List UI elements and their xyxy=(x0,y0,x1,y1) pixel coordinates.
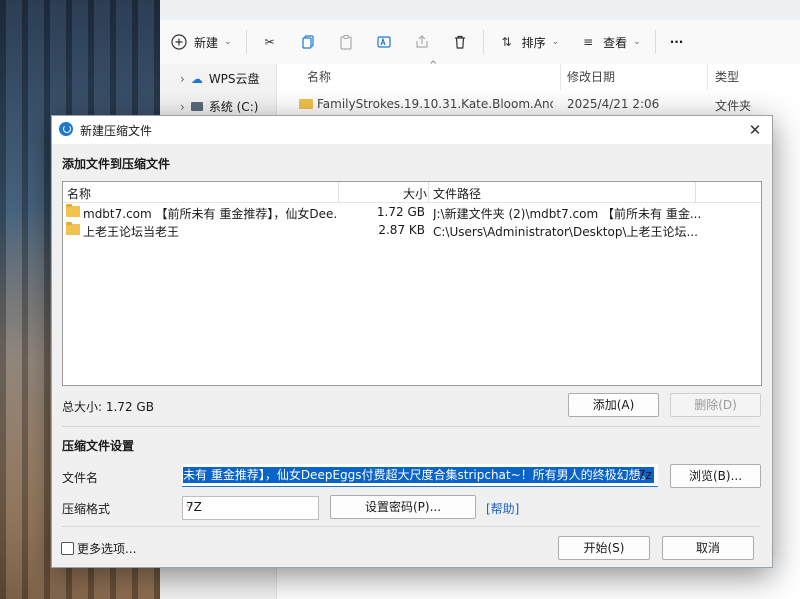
column-divider[interactable] xyxy=(707,64,708,90)
rename-icon xyxy=(375,33,393,51)
file-size: 1.72 GB xyxy=(376,205,425,219)
column-divider[interactable] xyxy=(338,182,339,202)
delete-button[interactable] xyxy=(441,26,479,58)
scissors-icon: ✂ xyxy=(264,35,275,49)
cloud-icon: ☁ xyxy=(190,71,203,86)
column-header-size[interactable]: 大小 xyxy=(403,185,427,202)
list-item[interactable]: FamilyStrokes.19.10.31.Kate.Bloom.And.Au… xyxy=(277,94,800,116)
cancel-button[interactable]: 取消 xyxy=(662,536,754,560)
view-button-label: 查看 xyxy=(603,35,628,50)
nav-item-label: 系统 (C:) xyxy=(208,100,259,114)
help-link[interactable]: [帮助] xyxy=(486,500,519,517)
column-header-modified[interactable]: 修改日期 xyxy=(567,68,615,85)
format-label: 压缩格式 xyxy=(62,502,111,516)
new-button-label: 新建 xyxy=(194,35,219,50)
share-button[interactable] xyxy=(403,26,441,58)
item-modified: 2025/4/21 2:06 xyxy=(567,97,660,111)
share-icon xyxy=(413,33,431,51)
dialog-title: 新建压缩文件 xyxy=(80,124,153,138)
column-header-name[interactable]: 名称 xyxy=(67,185,91,202)
nav-item-wps-cloud[interactable]: › ☁ WPS云盘 xyxy=(180,70,260,87)
file-name: mdbt7.com 【前所未有 重金推荐】，仙女Dee... xyxy=(83,207,338,221)
drive-icon xyxy=(190,102,203,111)
copy-button[interactable] xyxy=(289,26,327,58)
folder-icon xyxy=(66,222,80,235)
toolbar-divider xyxy=(654,30,656,54)
chevron-down-icon: ⌄ xyxy=(551,37,560,47)
divider xyxy=(62,426,760,427)
table-row[interactable]: 上老王论坛当老王 2.87 KB C:\Users\Administrator\… xyxy=(63,221,761,239)
sort-up-icon: ^ xyxy=(429,60,438,71)
file-list-header: 名称 大小 文件路径 xyxy=(63,182,761,203)
filename-extension: .7z xyxy=(634,468,652,482)
file-name: 上老王论坛当老王 xyxy=(83,225,180,239)
format-select[interactable]: 7Z ⌵ xyxy=(182,496,319,520)
item-type: 文件夹 xyxy=(715,99,752,113)
item-name: FamilyStrokes.19.10.31.Kate.Bloom.And.Au… xyxy=(317,97,553,111)
new-button[interactable]: 新建 ⌄ xyxy=(160,26,242,58)
trash-icon xyxy=(451,33,469,51)
more-options-label[interactable]: 更多选项... xyxy=(77,540,136,557)
sort-button-label: 排序 xyxy=(521,35,546,50)
column-header-path[interactable]: 文件路径 xyxy=(433,185,481,202)
new-archive-dialog: 新建压缩文件 ✕ 添加文件到压缩文件 名称 大小 文件路径 mdbt7.com … xyxy=(51,115,773,568)
dialog-titlebar[interactable]: 新建压缩文件 ✕ xyxy=(52,116,772,144)
sort-arrows-icon: ⇅ xyxy=(501,35,512,49)
rename-button[interactable] xyxy=(365,26,403,58)
paste-button[interactable] xyxy=(327,26,365,58)
nav-item-system-drive[interactable]: › 系统 (C:) xyxy=(180,98,258,115)
copy-icon xyxy=(299,33,317,51)
table-row[interactable]: mdbt7.com 【前所未有 重金推荐】，仙女Dee... 1.72 GB J… xyxy=(63,203,761,221)
filename-selected-text: 未有 重金推荐】，仙女DeepEggs付费超大尺度合集stripchat~！所有… xyxy=(183,467,654,483)
set-password-button[interactable]: 设置密码(P)... xyxy=(330,495,476,519)
chevron-right-icon: › xyxy=(180,71,185,86)
column-divider[interactable] xyxy=(428,182,429,202)
column-header-type[interactable]: 类型 xyxy=(715,68,739,85)
folder-icon xyxy=(299,99,313,109)
list-view-icon: ≡ xyxy=(583,35,594,49)
start-button[interactable]: 开始(S) xyxy=(558,536,650,560)
chevron-down-icon: ⌵ xyxy=(186,500,194,511)
plus-circle-icon xyxy=(170,33,188,51)
more-dots-icon: ··· xyxy=(669,35,684,49)
add-button[interactable]: 添加(A) xyxy=(568,393,659,417)
file-list-box[interactable]: 名称 大小 文件路径 mdbt7.com 【前所未有 重金推荐】，仙女Dee..… xyxy=(62,181,762,386)
column-divider[interactable] xyxy=(695,182,696,202)
address-bar[interactable] xyxy=(160,0,800,20)
cut-button[interactable]: ✂ xyxy=(251,26,289,58)
filename-label: 文件名 xyxy=(62,471,99,485)
section-title-add-files: 添加文件到压缩文件 xyxy=(62,157,171,171)
folder-icon xyxy=(66,204,80,217)
chevron-down-icon: ⌄ xyxy=(633,37,641,47)
file-path: C:\Users\Administrator\Desktop\上老王论坛... xyxy=(433,225,698,239)
delete-button[interactable]: 删除(D) xyxy=(670,393,761,417)
sort-button[interactable]: ⇅ 排序 ⌄ xyxy=(488,26,570,58)
chevron-right-icon: › xyxy=(180,99,185,114)
toolbar-divider xyxy=(482,30,484,54)
explorer-toolbar: 新建 ⌄ ✂ ⇅ 排序 ⌄ ≡ 查看 ⌄ ··· xyxy=(160,20,800,65)
app-logo-icon xyxy=(59,122,73,136)
more-options-checkbox[interactable] xyxy=(61,542,74,555)
total-size: 总大小: 1.72 GB xyxy=(62,400,154,414)
divider xyxy=(62,526,760,527)
column-header-name[interactable]: 名称 xyxy=(307,68,331,85)
file-path: J:\新建文件夹 (2)\mdbt7.com 【前所未有 重金... xyxy=(433,207,702,221)
close-icon[interactable]: ✕ xyxy=(744,119,766,141)
column-divider[interactable] xyxy=(560,64,561,90)
file-size: 2.87 KB xyxy=(378,223,425,237)
browse-button[interactable]: 浏览(B)... xyxy=(670,464,761,488)
more-options-button[interactable]: ··· xyxy=(660,26,694,58)
toolbar-divider xyxy=(245,30,247,54)
chevron-down-icon: ⌄ xyxy=(224,37,232,47)
filename-input[interactable]: 未有 重金推荐】，仙女DeepEggs付费超大尺度合集stripchat~！所有… xyxy=(182,464,658,487)
section-title-settings: 压缩文件设置 xyxy=(62,439,135,453)
nav-item-label: WPS云盘 xyxy=(208,72,260,86)
view-button[interactable]: ≡ 查看 ⌄ xyxy=(569,26,651,58)
clipboard-icon xyxy=(337,33,355,51)
